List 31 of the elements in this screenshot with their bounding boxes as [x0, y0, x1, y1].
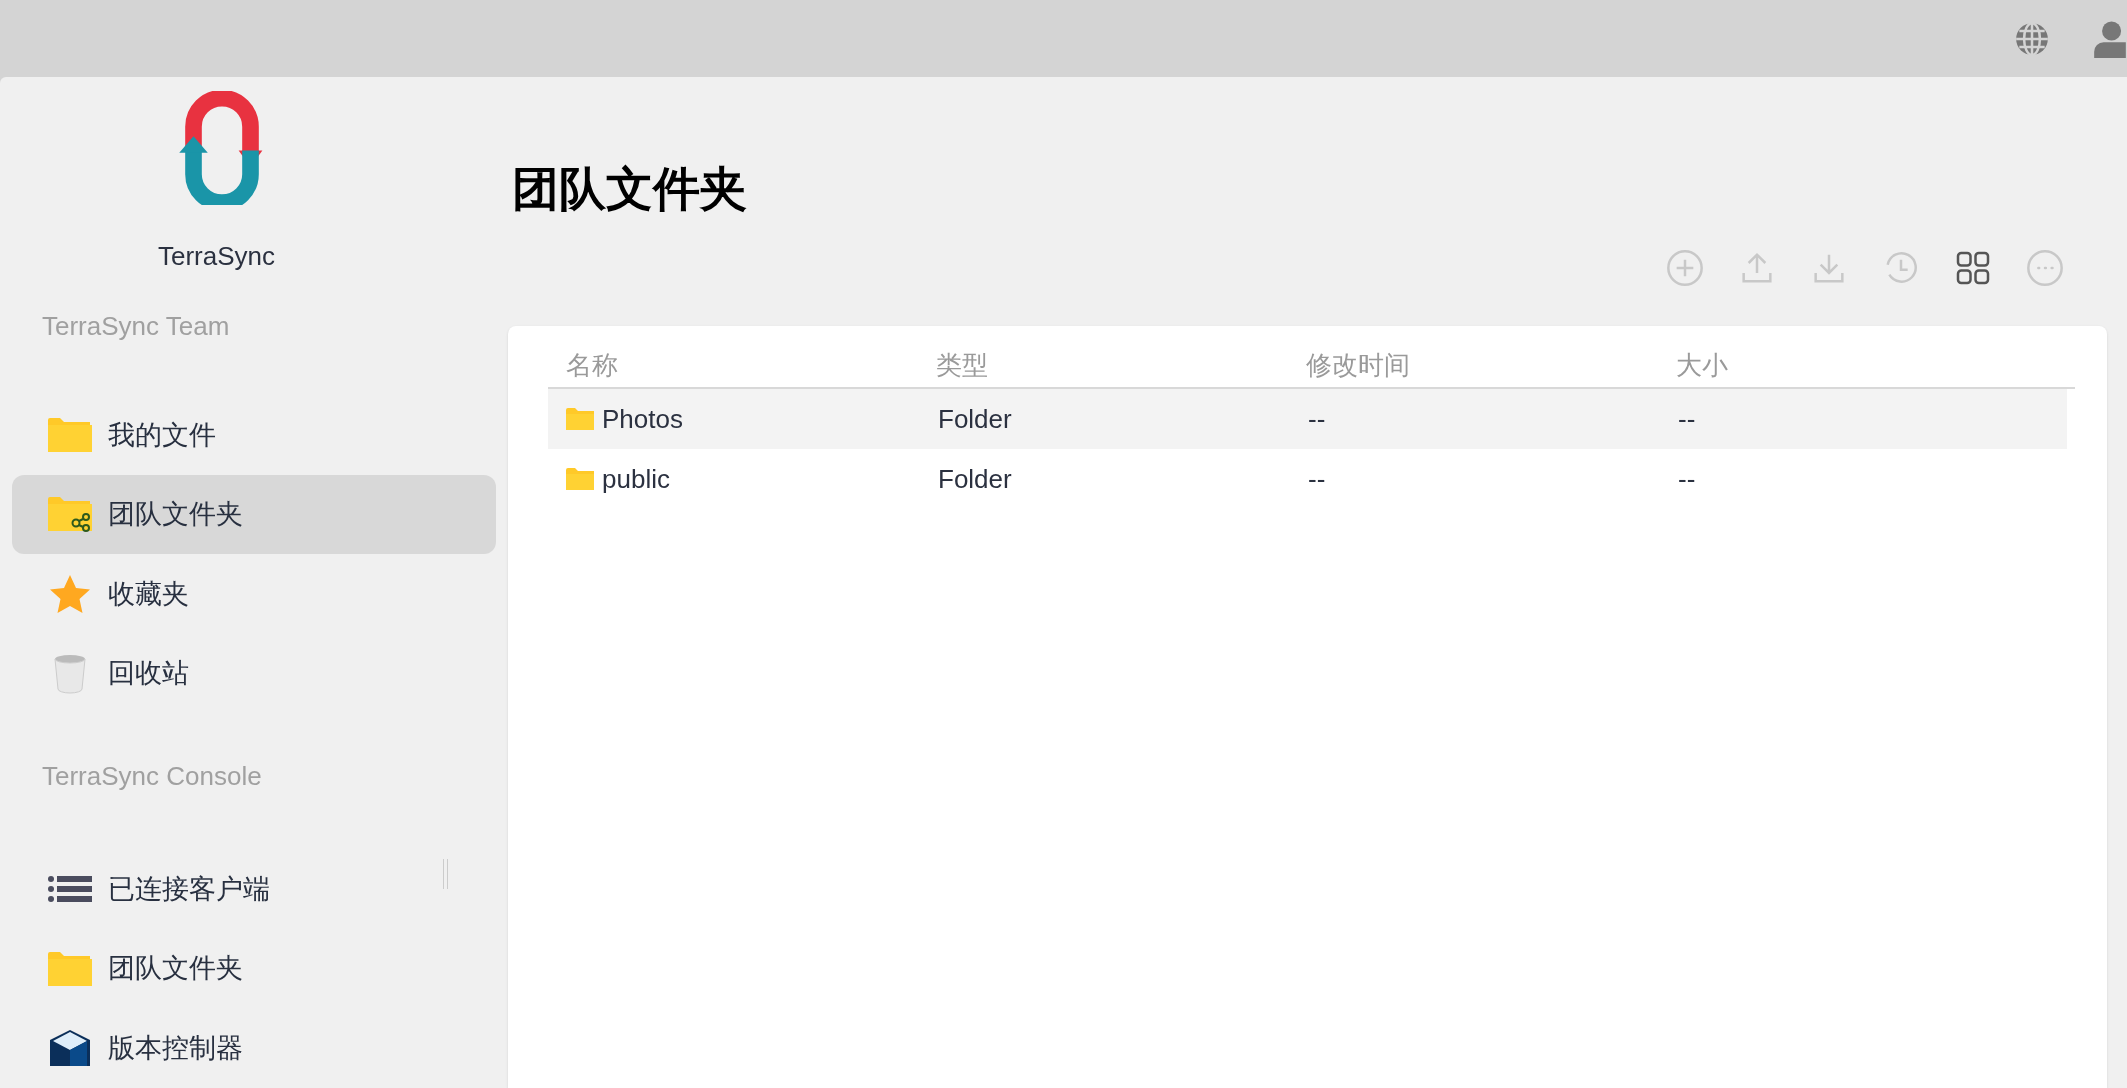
- sidebar-item[interactable]: 版本控制器: [12, 1008, 496, 1088]
- sidebar-item[interactable]: 收藏夹: [12, 554, 496, 634]
- folder-icon: [48, 416, 92, 453]
- table-row[interactable]: public Folder -- --: [548, 449, 2067, 509]
- folder-icon: [566, 408, 594, 430]
- table-row[interactable]: Photos Folder -- --: [548, 389, 2067, 449]
- shared-folder-icon: [48, 496, 92, 533]
- folder-icon: [566, 468, 594, 490]
- sidebar-item[interactable]: 我的文件: [12, 395, 496, 475]
- trash-bin-icon: [52, 653, 88, 694]
- app-name: TerraSync: [158, 243, 277, 269]
- page-title: 团队文件夹: [512, 165, 748, 212]
- file-name[interactable]: public: [602, 459, 670, 499]
- section-heading: TerraSync Console: [42, 763, 263, 790]
- sidebar-item[interactable]: 回收站: [12, 633, 496, 714]
- user-icon[interactable]: [2093, 19, 2127, 58]
- list-icon: [48, 875, 92, 904]
- folder-icon: [48, 950, 92, 987]
- sidebar-item[interactable]: 团队文件夹: [12, 474, 496, 555]
- table-cell: --: [1678, 403, 1696, 434]
- table-cell: Folder: [938, 403, 1012, 434]
- file-name[interactable]: Photos: [602, 399, 683, 439]
- section-heading: TerraSync Team: [42, 313, 231, 339]
- cube-icon: [50, 1030, 90, 1067]
- table-cell: Folder: [938, 463, 1012, 494]
- table-cell: --: [1678, 463, 1696, 494]
- sidebar-item[interactable]: 已连接客户端: [12, 849, 496, 929]
- resize-handle[interactable]: [443, 859, 448, 889]
- sidebar-item[interactable]: 团队文件夹: [12, 928, 496, 1009]
- table-cell: --: [1308, 403, 1326, 434]
- table-cell: --: [1308, 463, 1326, 494]
